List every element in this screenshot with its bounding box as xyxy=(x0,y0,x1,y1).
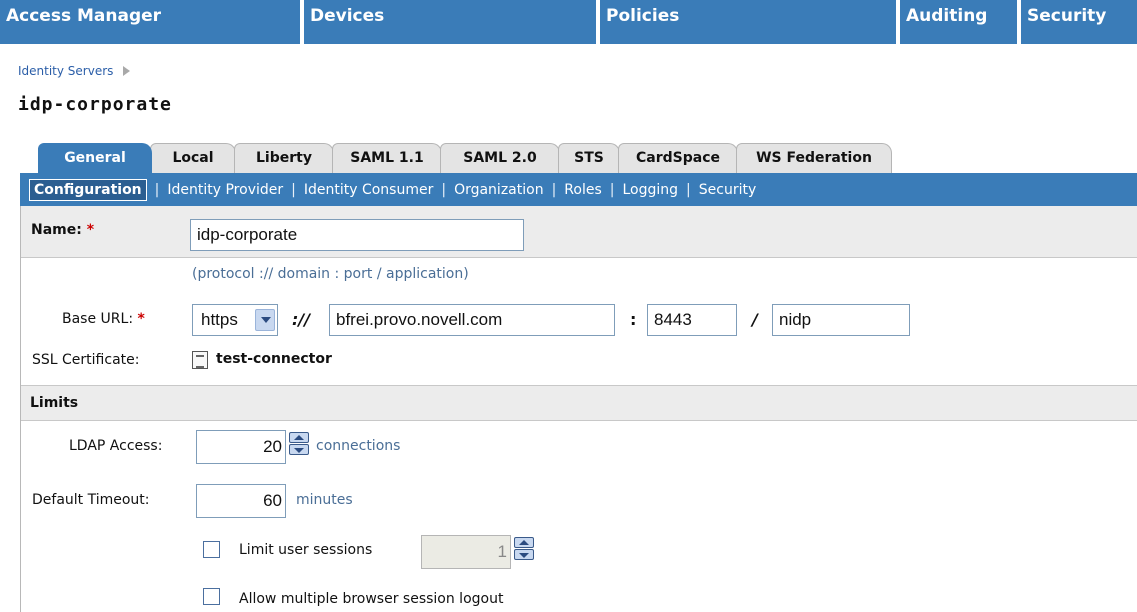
subnav-identity-provider[interactable]: Identity Provider xyxy=(167,182,283,198)
chevron-down-icon xyxy=(255,309,275,331)
subnav-identity-consumer[interactable]: Identity Consumer xyxy=(304,182,434,198)
tab-saml-1-1[interactable]: SAML 1.1 xyxy=(332,143,442,173)
subnav-separator: | xyxy=(609,181,615,198)
nav-auditing[interactable]: Auditing xyxy=(900,0,1017,44)
tab-cardspace[interactable]: CardSpace xyxy=(618,143,738,173)
limit-user-sessions-label: Limit user sessions xyxy=(239,542,373,558)
ldap-access-stepper[interactable] xyxy=(289,432,309,456)
default-timeout-unit: minutes xyxy=(296,492,353,508)
spin-up-icon[interactable] xyxy=(514,537,534,548)
required-mark: * xyxy=(137,311,145,327)
limits-section-header: Limits xyxy=(21,385,1137,421)
subnav-separator: | xyxy=(686,181,691,198)
breadcrumb-arrow-icon xyxy=(123,66,131,76)
spin-up-icon[interactable] xyxy=(289,432,309,443)
subnav-security[interactable]: Security xyxy=(699,182,757,198)
ldap-access-unit: connections xyxy=(316,438,401,454)
page-title: idp-corporate xyxy=(18,94,172,115)
required-mark: * xyxy=(86,222,95,238)
name-label-text: Name: xyxy=(31,222,82,238)
url-format-hint: (protocol :// domain : port / applicatio… xyxy=(192,266,469,282)
limit-user-sessions-checkbox[interactable] xyxy=(203,541,220,558)
top-navigation: Access Manager Devices Policies Auditing… xyxy=(0,0,1137,44)
application-input[interactable]: nidp xyxy=(772,304,910,336)
ssl-certificate-label: SSL Certificate: xyxy=(32,352,140,368)
protocol-select-value: https xyxy=(201,310,238,329)
name-label: Name: * xyxy=(31,222,94,238)
nav-devices[interactable]: Devices xyxy=(304,0,596,44)
sub-navigation: Configuration | Identity Provider | Iden… xyxy=(20,173,1137,206)
multiple-session-logout-checkbox[interactable] xyxy=(203,588,220,605)
name-row: Name: * xyxy=(21,206,1137,258)
port-input[interactable]: 8443 xyxy=(647,304,737,336)
default-timeout-label: Default Timeout: xyxy=(32,492,150,508)
limit-user-sessions-stepper[interactable] xyxy=(514,537,534,561)
nav-policies[interactable]: Policies xyxy=(600,0,896,44)
tab-liberty[interactable]: Liberty xyxy=(234,143,334,173)
ssl-certificate-value[interactable]: test-connector xyxy=(216,351,332,367)
breadcrumb-identity-servers[interactable]: Identity Servers xyxy=(18,64,113,78)
domain-input[interactable]: bfrei.provo.novell.com xyxy=(329,304,615,336)
subnav-roles[interactable]: Roles xyxy=(564,182,601,198)
application-separator: / xyxy=(752,310,758,329)
tab-sts[interactable]: STS xyxy=(558,143,620,173)
subnav-logging[interactable]: Logging xyxy=(622,182,678,198)
multiple-session-logout-label: Allow multiple browser session logout xyxy=(239,591,504,607)
spin-down-icon[interactable] xyxy=(289,444,309,455)
certificate-icon xyxy=(192,351,208,369)
subnav-configuration[interactable]: Configuration xyxy=(29,178,147,201)
default-timeout-input[interactable]: 60 xyxy=(196,484,286,518)
subnav-organization[interactable]: Organization xyxy=(454,182,544,198)
spin-down-icon[interactable] xyxy=(514,549,534,560)
limit-user-sessions-input[interactable]: 1 xyxy=(421,535,511,569)
nav-access-manager[interactable]: Access Manager xyxy=(0,0,300,44)
tab-saml-2-0[interactable]: SAML 2.0 xyxy=(440,143,560,173)
base-url-label: Base URL: * xyxy=(62,311,145,327)
port-separator: : xyxy=(630,310,637,329)
breadcrumb: Identity Servers xyxy=(18,64,131,78)
subnav-separator: | xyxy=(441,181,447,198)
protocol-select[interactable]: https xyxy=(192,304,278,336)
tab-general[interactable]: General xyxy=(38,143,152,173)
ldap-access-input[interactable]: 20 xyxy=(196,430,286,464)
name-input[interactable]: idp-corporate xyxy=(190,219,524,251)
ldap-access-label: LDAP Access: xyxy=(69,438,163,454)
subnav-separator: | xyxy=(551,181,557,198)
subnav-separator: | xyxy=(291,181,296,198)
tab-local[interactable]: Local xyxy=(150,143,236,173)
tab-ws-federation[interactable]: WS Federation xyxy=(736,143,892,173)
base-url-label-text: Base URL: xyxy=(62,311,134,327)
subnav-separator: | xyxy=(154,181,160,198)
scheme-separator: :// xyxy=(292,310,311,329)
nav-security[interactable]: Security xyxy=(1021,0,1137,44)
